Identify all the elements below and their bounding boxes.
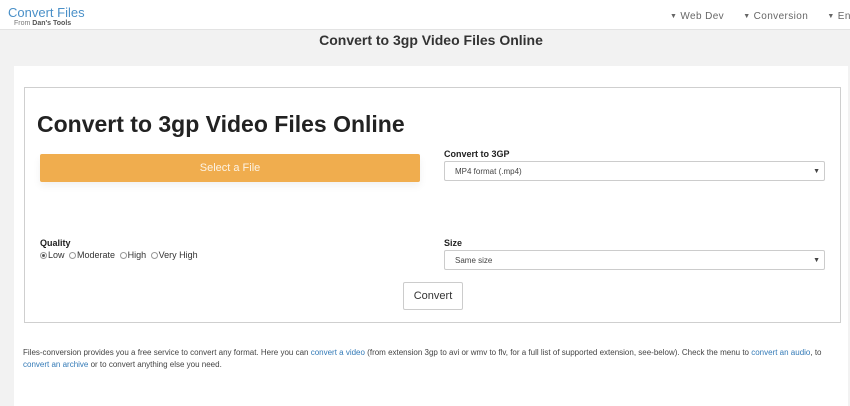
size-label: Size <box>444 238 463 248</box>
description-part-1: Files-conversion provides you a free ser… <box>23 348 311 357</box>
quality-option-high[interactable]: High <box>119 250 147 260</box>
caret-down-icon: ▼ <box>670 13 678 20</box>
conversion-form: Convert to 3gp Video Files Online Select… <box>24 87 841 323</box>
radio-unchecked-icon[interactable] <box>150 252 158 259</box>
convert-to-value: MP4 format (.mp4) <box>455 167 522 176</box>
quality-option-label: Moderate <box>77 250 116 260</box>
quality-option-moderate[interactable]: Moderate <box>69 250 115 260</box>
top-navbar: Convert Files From Dan's Tools ▼ Web Dev … <box>0 0 850 30</box>
description-text: Files-conversion provides you a free ser… <box>23 347 841 371</box>
brand-logo[interactable]: Convert Files From Dan's Tools <box>8 6 85 27</box>
radio-unchecked-icon[interactable] <box>69 252 77 259</box>
main-nav: ▼Web Dev ▼Conversion ▼Enco <box>670 11 850 22</box>
main-panel: Convert to 3gp Video Files Online Select… <box>14 66 848 406</box>
caret-down-icon: ▼ <box>827 13 835 20</box>
quality-option-label: Very High <box>158 250 198 260</box>
size-value: Same size <box>455 256 493 265</box>
brand-prefix: From <box>14 20 31 27</box>
quality-radio-group: Low Moderate High Very High <box>40 250 200 260</box>
form-title: Convert to 3gp Video Files Online <box>37 111 405 137</box>
select-arrow-icon: ▼ <box>813 168 820 175</box>
description-part-4: or to convert anything else you need. <box>88 360 222 369</box>
size-select[interactable]: Same size ▼ <box>444 250 825 270</box>
quality-option-label: High <box>127 250 147 260</box>
quality-option-label: Low <box>48 250 65 260</box>
convert-audio-link[interactable]: convert an audio <box>751 348 810 357</box>
brand-owner: Dan's Tools <box>32 20 72 27</box>
quality-option-very-high[interactable]: Very High <box>150 250 198 260</box>
radio-checked-icon[interactable] <box>40 252 47 259</box>
brand-title[interactable]: Convert Files <box>8 6 85 19</box>
radio-unchecked-icon[interactable] <box>119 252 127 259</box>
convert-to-label: Convert to 3GP <box>444 149 510 159</box>
nav-conversion-label: Conversion <box>753 11 809 22</box>
quality-option-low[interactable]: Low <box>40 250 65 260</box>
quality-label: Quality <box>40 238 71 248</box>
convert-to-select[interactable]: MP4 format (.mp4) ▼ <box>444 161 825 181</box>
brand-subtitle: From Dan's Tools <box>8 20 85 27</box>
select-arrow-icon: ▼ <box>813 257 820 264</box>
convert-button[interactable]: Convert <box>403 282 463 310</box>
convert-archive-link[interactable]: convert an archive <box>23 360 88 369</box>
nav-web-dev-label: Web Dev <box>680 11 725 22</box>
nav-conversion[interactable]: ▼ Conversion <box>743 11 808 22</box>
convert-video-link[interactable]: convert a video <box>311 348 365 357</box>
nav-encoding[interactable]: ▼Enco <box>827 11 850 22</box>
caret-down-icon: ▼ <box>743 13 751 20</box>
description-part-3: , to <box>810 348 822 357</box>
select-file-button[interactable]: Select a File <box>40 154 420 182</box>
nav-encoding-label: Enco <box>837 11 850 22</box>
nav-web-dev[interactable]: ▼ Web Dev <box>670 11 724 22</box>
page-heading: Convert to 3gp Video Files Online <box>319 32 543 48</box>
description-part-2: (from extension 3gp to avi or wmv to flv… <box>364 348 752 357</box>
